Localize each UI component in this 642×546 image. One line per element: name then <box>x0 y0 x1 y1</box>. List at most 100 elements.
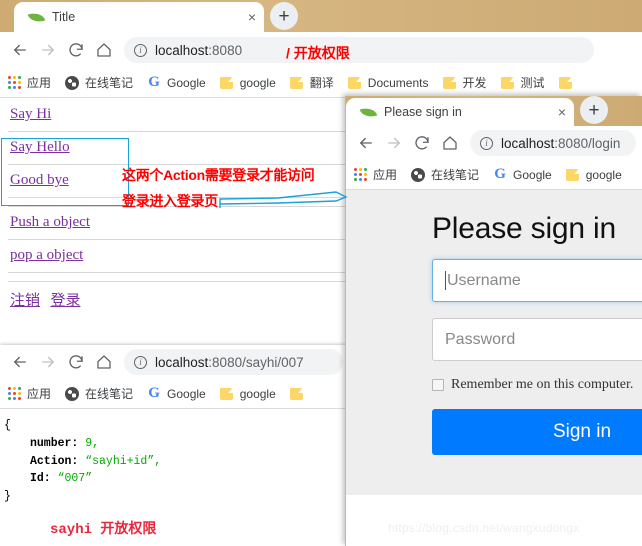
bookmark-folder-google[interactable]: google <box>565 167 622 183</box>
site-info-icon[interactable]: i <box>134 43 147 57</box>
json-close-brace: } <box>4 490 11 504</box>
address-bar[interactable]: i localhost:8080/sayhi/007 <box>124 349 343 375</box>
bookmark-folder-translate[interactable]: 翻译 <box>289 74 334 91</box>
folder-icon <box>347 75 363 91</box>
link-logout[interactable]: 注销 <box>10 293 40 309</box>
tab-title-page[interactable]: Title × <box>14 2 264 32</box>
folder-icon <box>565 167 581 183</box>
remember-me-checkbox[interactable] <box>432 379 444 391</box>
annotation-line-2: 登录进入登录页 <box>122 193 218 209</box>
apps-grid-icon <box>6 75 22 91</box>
password-input[interactable]: Password <box>432 318 642 361</box>
site-info-icon[interactable]: i <box>134 355 147 369</box>
bookmark-label: 应用 <box>27 76 52 90</box>
bookmark-online-notes[interactable]: 在线笔记 <box>64 74 133 91</box>
bookmark-apps[interactable]: 应用 <box>6 385 51 402</box>
back-icon[interactable] <box>6 348 34 376</box>
bookmark-label: google <box>239 75 276 90</box>
bookmark-label: Google <box>167 386 206 401</box>
reload-icon[interactable] <box>62 36 90 64</box>
forward-icon[interactable] <box>34 36 62 64</box>
bookmark-folder-extra[interactable] <box>558 75 579 91</box>
username-input[interactable]: Username <box>432 259 642 302</box>
bookmark-apps[interactable]: 应用 <box>352 166 397 183</box>
json-row: Id: “007” <box>4 470 349 488</box>
home-icon[interactable] <box>90 348 118 376</box>
google-g-icon: G <box>148 385 160 401</box>
forward-icon[interactable] <box>34 348 62 376</box>
bookmark-google[interactable]: G Google <box>492 167 552 183</box>
bookmarks-bar: 应用 在线笔记 G Google google 翻译 Documents 开发 … <box>0 68 642 98</box>
tab-signin-page[interactable]: Please sign in × <box>346 98 574 126</box>
json-open-brace: { <box>4 419 11 432</box>
password-placeholder: Password <box>445 330 516 348</box>
folder-icon <box>219 75 235 91</box>
google-g-icon: G <box>148 74 160 90</box>
folder-icon <box>500 75 516 91</box>
bookmark-google[interactable]: G Google <box>146 386 206 402</box>
forward-icon[interactable] <box>380 129 408 157</box>
google-g-icon: G <box>494 166 506 182</box>
new-tab-button[interactable]: + <box>270 2 298 30</box>
annotation-sayhi-open-permission: sayhi 开放权限 <box>50 522 157 539</box>
folder-icon <box>289 75 305 91</box>
bookmark-label: google <box>239 386 276 401</box>
tab-label: Please sign in <box>384 105 462 119</box>
username-placeholder: Username <box>447 271 521 289</box>
globe-icon <box>64 386 80 402</box>
globe-icon <box>64 75 80 91</box>
close-icon[interactable]: × <box>558 105 566 119</box>
bookmark-google[interactable]: G Google <box>146 75 206 91</box>
close-icon[interactable]: × <box>248 10 256 24</box>
back-icon[interactable] <box>6 36 34 64</box>
json-key: Action: <box>30 454 79 468</box>
back-icon[interactable] <box>352 129 380 157</box>
json-key: number: <box>30 436 79 450</box>
address-bar[interactable]: i localhost:8080 <box>124 37 594 63</box>
bookmark-label: 应用 <box>27 387 52 401</box>
bookmark-folder-google[interactable]: google <box>219 386 276 402</box>
bookmark-label: 应用 <box>373 168 398 182</box>
site-info-icon[interactable]: i <box>480 136 493 150</box>
home-icon[interactable] <box>90 36 118 64</box>
bookmark-label: 在线笔记 <box>431 168 480 182</box>
tab-strip: Please sign in × + <box>346 96 642 126</box>
annotation-line-1: 这两个Action需要登录才能访问 <box>122 167 315 183</box>
bookmark-folder-google[interactable]: google <box>219 75 276 91</box>
navigation-toolbar: i localhost:8080/sayhi/007 <box>0 345 349 379</box>
home-icon[interactable] <box>436 129 464 157</box>
globe-icon <box>410 167 426 183</box>
bookmark-folder-dev[interactable]: 开发 <box>442 74 487 91</box>
bookmark-label: 在线笔记 <box>85 387 134 401</box>
bookmark-apps[interactable]: 应用 <box>6 74 51 91</box>
screenshot-root: Title × + i localhost:8080 应用 在线笔记 G Goo… <box>0 0 642 546</box>
bookmark-folder-documents[interactable]: Documents <box>347 75 429 91</box>
page-title: Please sign in <box>432 212 616 245</box>
new-tab-button[interactable]: + <box>580 96 608 124</box>
bookmark-folder-extra[interactable] <box>289 386 310 402</box>
reload-icon[interactable] <box>408 129 436 157</box>
json-value: “007” <box>57 472 93 486</box>
address-text: localhost:8080/login <box>501 135 621 151</box>
bookmark-folder-test[interactable]: 测试 <box>500 74 545 91</box>
bookmark-label: 开发 <box>462 76 487 90</box>
tab-strip: Title × + <box>0 0 642 32</box>
json-key: Id: <box>30 472 51 486</box>
json-response-body: { number: 9, Action: “sayhi+id”, Id: “00… <box>0 409 349 542</box>
folder-icon <box>219 386 235 402</box>
bookmark-label: Google <box>167 75 206 90</box>
navigation-toolbar: i localhost:8080/login <box>346 126 642 160</box>
bookmark-label: 测试 <box>520 76 545 90</box>
bookmark-label: Google <box>513 167 552 182</box>
signin-page: Please sign in Username Password Remembe… <box>346 190 642 495</box>
remember-me-row[interactable]: Remember me on this computer. <box>432 377 642 393</box>
folder-icon <box>558 75 574 91</box>
reload-icon[interactable] <box>62 348 90 376</box>
address-bar[interactable]: i localhost:8080/login <box>470 130 636 156</box>
bookmarks-bar: 应用 在线笔记 G Google google <box>0 379 349 409</box>
bookmark-online-notes[interactable]: 在线笔记 <box>410 166 479 183</box>
signin-form: Please sign in Username Password Remembe… <box>346 190 642 455</box>
link-login[interactable]: 登录 <box>50 293 80 309</box>
bookmark-online-notes[interactable]: 在线笔记 <box>64 385 133 402</box>
sign-in-button[interactable]: Sign in <box>432 409 642 455</box>
